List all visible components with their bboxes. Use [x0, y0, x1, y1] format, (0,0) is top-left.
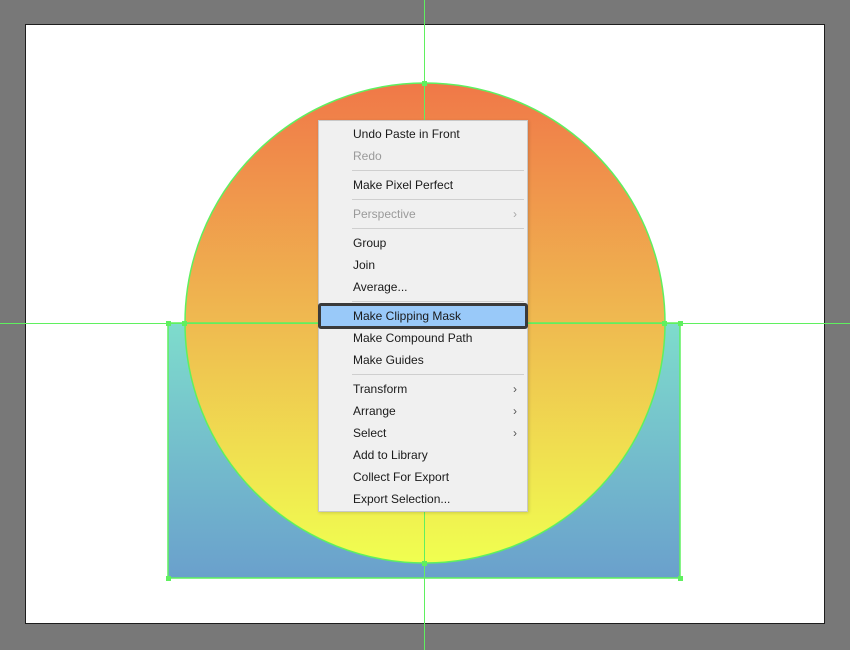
- menu-item-label: Make Guides: [353, 353, 424, 367]
- menu-item-make-guides[interactable]: Make Guides: [319, 349, 527, 371]
- menu-item-join[interactable]: Join: [319, 254, 527, 276]
- menu-item-label: Make Pixel Perfect: [353, 178, 454, 192]
- menu-item-add-to-library[interactable]: Add to Library: [319, 444, 527, 466]
- anchor-handle[interactable]: [422, 561, 427, 566]
- menu-item-transform[interactable]: Transform ›: [319, 378, 527, 400]
- menu-item-collect-for-export[interactable]: Collect For Export: [319, 466, 527, 488]
- menu-item-label: Average...: [353, 280, 408, 294]
- menu-item-label: Group: [353, 236, 387, 250]
- menu-item-label: Export Selection...: [353, 492, 451, 506]
- menu-item-select[interactable]: Select ›: [319, 422, 527, 444]
- menu-separator: [352, 374, 524, 375]
- anchor-handle[interactable]: [166, 321, 171, 326]
- menu-item-average[interactable]: Average...: [319, 276, 527, 298]
- anchor-handle[interactable]: [662, 321, 667, 326]
- menu-item-make-compound-path[interactable]: Make Compound Path: [319, 327, 527, 349]
- menu-item-perspective[interactable]: Perspective ›: [319, 203, 527, 225]
- menu-item-label: Select: [353, 426, 387, 440]
- menu-item-label: Join: [353, 258, 376, 272]
- menu-item-label: Add to Library: [353, 448, 428, 462]
- menu-item-make-pixel-perfect[interactable]: Make Pixel Perfect: [319, 174, 527, 196]
- chevron-right-icon: ›: [513, 426, 517, 440]
- anchor-handle[interactable]: [678, 321, 683, 326]
- anchor-handle[interactable]: [422, 81, 427, 86]
- menu-item-label: Transform: [353, 382, 408, 396]
- chevron-right-icon: ›: [513, 382, 517, 396]
- menu-item-undo-paste-in-front[interactable]: Undo Paste in Front: [319, 123, 527, 145]
- menu-item-make-clipping-mask[interactable]: Make Clipping Mask: [318, 303, 528, 329]
- anchor-handle[interactable]: [166, 576, 171, 581]
- menu-separator: [352, 170, 524, 171]
- anchor-handle[interactable]: [182, 321, 187, 326]
- menu-item-export-selection[interactable]: Export Selection...: [319, 488, 527, 510]
- menu-separator: [352, 301, 524, 302]
- menu-item-label: Make Clipping Mask: [353, 309, 462, 323]
- menu-item-label: Make Compound Path: [353, 331, 473, 345]
- menu-item-label: Redo: [353, 149, 382, 163]
- menu-item-label: Arrange: [353, 404, 396, 418]
- menu-item-label: Undo Paste in Front: [353, 127, 460, 141]
- chevron-right-icon: ›: [513, 207, 517, 221]
- menu-separator: [352, 199, 524, 200]
- menu-item-arrange[interactable]: Arrange ›: [319, 400, 527, 422]
- menu-item-label: Collect For Export: [353, 470, 450, 484]
- chevron-right-icon: ›: [513, 404, 517, 418]
- menu-item-label: Perspective: [353, 207, 416, 221]
- menu-separator: [352, 228, 524, 229]
- anchor-handle[interactable]: [678, 576, 683, 581]
- menu-item-group[interactable]: Group: [319, 232, 527, 254]
- workspace: Undo Paste in Front Redo Make Pixel Perf…: [0, 0, 850, 650]
- menu-item-redo[interactable]: Redo: [319, 145, 527, 167]
- context-menu: Undo Paste in Front Redo Make Pixel Perf…: [318, 120, 528, 512]
